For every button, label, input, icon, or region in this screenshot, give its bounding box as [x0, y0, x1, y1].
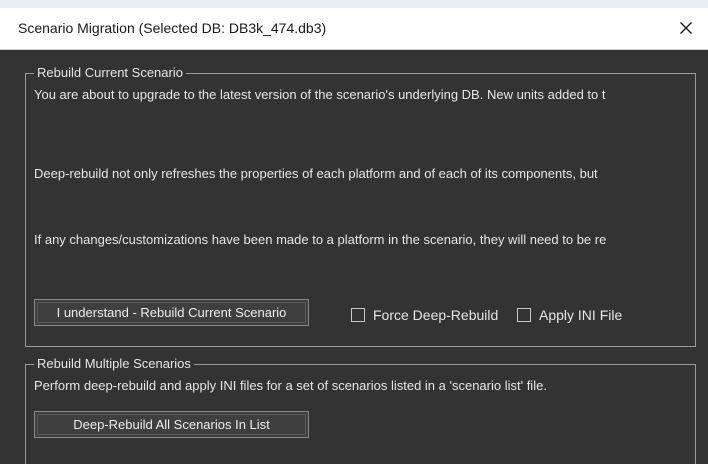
scenario-migration-window: Scenario Migration (Selected DB: DB3k_47… [0, 0, 708, 464]
rebuild-current-paragraph-1: You are about to upgrade to the latest v… [34, 87, 606, 102]
rebuild-current-button-label: I understand - Rebuild Current Scenario [56, 305, 287, 320]
rebuild-current-legend: Rebuild Current Scenario [34, 65, 186, 81]
rebuild-current-button[interactable]: I understand - Rebuild Current Scenario [34, 299, 309, 326]
force-deep-rebuild-checkbox[interactable]: Force Deep-Rebuild [351, 307, 498, 323]
deep-rebuild-all-button-label: Deep-Rebuild All Scenarios In List [73, 417, 270, 432]
apply-ini-box[interactable] [517, 308, 531, 322]
rebuild-multiple-description: Perform deep-rebuild and apply INI files… [34, 378, 547, 393]
rebuild-current-text-clip: You are about to upgrade to the latest v… [34, 84, 693, 284]
deep-rebuild-all-button[interactable]: Deep-Rebuild All Scenarios In List [34, 411, 309, 438]
apply-ini-label: Apply INI File [539, 307, 623, 323]
window-top-edge [0, 0, 708, 8]
force-deep-rebuild-box[interactable] [351, 308, 365, 322]
close-icon[interactable] [672, 14, 700, 42]
window-title: Scenario Migration (Selected DB: DB3k_47… [18, 20, 327, 36]
rebuild-current-paragraph-2: Deep-rebuild not only refreshes the prop… [34, 166, 598, 181]
rebuild-multiple-legend: Rebuild Multiple Scenarios [34, 356, 194, 372]
title-bar[interactable]: Scenario Migration (Selected DB: DB3k_47… [0, 8, 708, 50]
force-deep-rebuild-label: Force Deep-Rebuild [373, 307, 499, 323]
rebuild-current-paragraph-3: If any changes/customizations have been … [34, 232, 607, 247]
dialog-content: Rebuild Current Scenario You are about t… [0, 50, 708, 464]
apply-ini-checkbox[interactable]: Apply INI File [517, 307, 622, 323]
